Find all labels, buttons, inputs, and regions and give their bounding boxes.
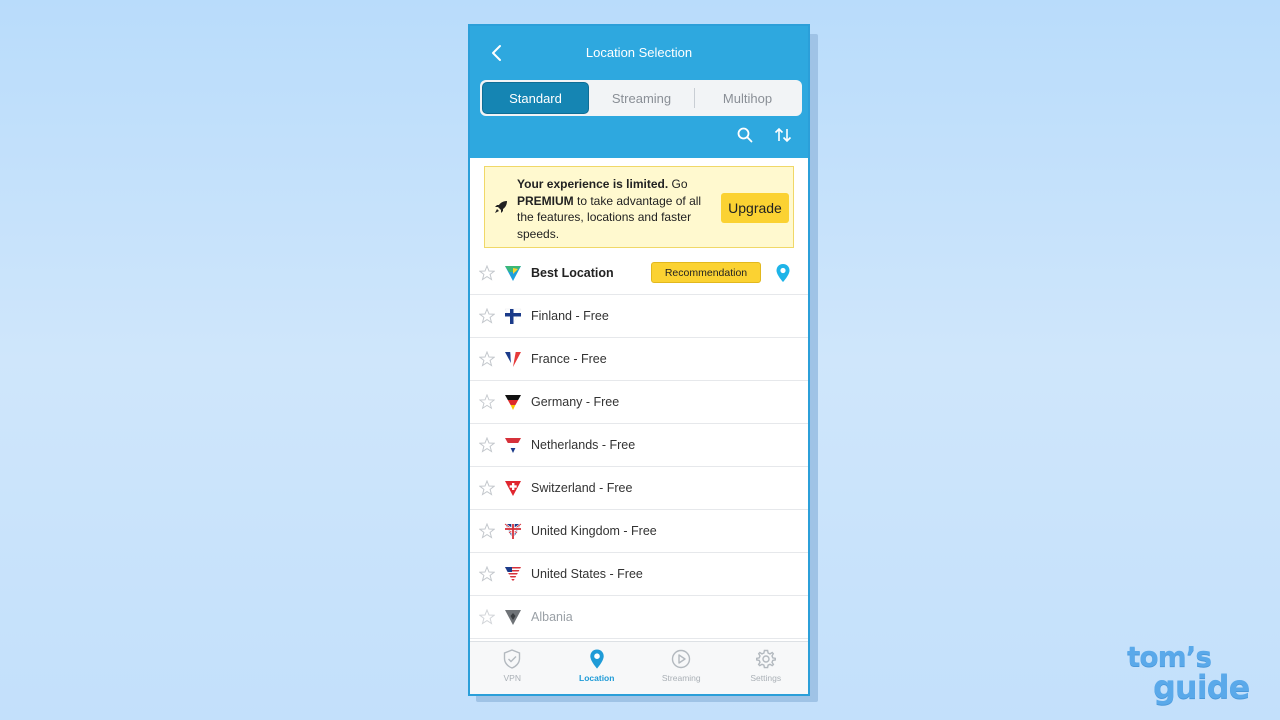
play-icon bbox=[672, 649, 691, 669]
phone-screen: Location Selection Standard Streaming Mu… bbox=[468, 24, 810, 696]
banner-message: Your experience is limited. Go PREMIUM t… bbox=[517, 176, 717, 242]
star-icon[interactable] bbox=[479, 566, 495, 582]
star-icon[interactable] bbox=[479, 351, 495, 367]
star-icon[interactable] bbox=[479, 308, 495, 324]
location-name: France - Free bbox=[531, 352, 607, 366]
germany-flag-icon bbox=[505, 395, 521, 410]
best-location-flag-icon bbox=[505, 266, 521, 281]
bottom-nav: VPN Location Streaming Settings bbox=[470, 641, 808, 694]
nav-settings[interactable]: Settings bbox=[724, 642, 809, 694]
star-icon[interactable] bbox=[479, 265, 495, 281]
star-icon[interactable] bbox=[479, 609, 495, 625]
search-button[interactable] bbox=[736, 126, 754, 144]
location-row-best[interactable]: Best Location Recommendation bbox=[470, 252, 808, 295]
tab-streaming[interactable]: Streaming bbox=[589, 82, 694, 114]
upgrade-button[interactable]: Upgrade bbox=[721, 193, 789, 223]
page-title: Location Selection bbox=[585, 45, 693, 60]
tab-label: Multihop bbox=[722, 90, 773, 106]
search-icon bbox=[737, 127, 753, 143]
location-name: Netherlands - Free bbox=[531, 438, 636, 452]
uk-flag-icon bbox=[504, 523, 522, 539]
nav-label: VPN bbox=[503, 673, 521, 683]
toms-guide-logo: tom’s guide bbox=[1125, 642, 1257, 706]
location-list: Best Location Recommendation Finland - F… bbox=[470, 252, 808, 639]
location-name: United Kingdom - Free bbox=[531, 524, 657, 538]
banner-premium: PREMIUM bbox=[517, 193, 574, 208]
location-row-netherlands[interactable]: Netherlands - Free bbox=[470, 424, 808, 467]
us-flag-icon bbox=[505, 567, 521, 582]
banner-go: Go bbox=[668, 177, 688, 191]
sort-button[interactable] bbox=[774, 126, 792, 144]
nav-location[interactable]: Location bbox=[555, 642, 640, 694]
finland-flag-icon bbox=[504, 308, 522, 325]
nav-label: Streaming bbox=[661, 673, 701, 683]
location-pin-icon[interactable] bbox=[774, 263, 792, 283]
nav-label: Location bbox=[579, 673, 615, 683]
switzerland-flag-icon bbox=[505, 481, 521, 496]
location-name: Finland - Free bbox=[531, 309, 609, 323]
sort-icon bbox=[774, 127, 792, 143]
tab-multihop[interactable]: Multihop bbox=[695, 82, 800, 114]
star-icon[interactable] bbox=[479, 480, 495, 496]
nav-streaming[interactable]: Streaming bbox=[639, 642, 724, 694]
tab-standard[interactable]: Standard bbox=[482, 82, 589, 114]
gear-icon bbox=[755, 649, 776, 669]
location-row-finland[interactable]: Finland - Free bbox=[470, 295, 808, 338]
location-name: Switzerland - Free bbox=[531, 481, 633, 495]
star-icon[interactable] bbox=[479, 394, 495, 410]
albania-flag-icon bbox=[505, 610, 521, 625]
location-row-united-kingdom[interactable]: United Kingdom - Free bbox=[470, 510, 808, 553]
nav-label: Settings bbox=[750, 673, 782, 683]
star-icon[interactable] bbox=[479, 437, 495, 453]
location-tabs: Standard Streaming Multihop bbox=[480, 80, 802, 116]
location-row-france[interactable]: France - Free bbox=[470, 338, 808, 381]
tab-label: Standard bbox=[509, 90, 562, 106]
location-pin-icon bbox=[590, 649, 604, 669]
location-row-switzerland[interactable]: Switzerland - Free bbox=[470, 467, 808, 510]
logo-line-2: guide bbox=[1153, 668, 1250, 706]
location-name: United States - Free bbox=[531, 567, 643, 581]
location-name: Best Location bbox=[531, 266, 614, 280]
tab-label: Streaming bbox=[611, 90, 672, 106]
location-name: Germany - Free bbox=[531, 395, 620, 409]
location-row-albania[interactable]: Albania bbox=[470, 596, 808, 639]
location-row-germany[interactable]: Germany - Free bbox=[470, 381, 808, 424]
rocket-icon bbox=[495, 201, 507, 213]
nav-vpn[interactable]: VPN bbox=[470, 642, 555, 694]
location-row-united-states[interactable]: United States - Free bbox=[470, 553, 808, 596]
netherlands-flag-icon bbox=[505, 438, 521, 453]
shield-icon bbox=[504, 649, 521, 669]
france-flag-icon bbox=[505, 352, 521, 367]
star-icon[interactable] bbox=[479, 523, 495, 539]
recommendation-badge: Recommendation bbox=[651, 262, 761, 283]
premium-banner: Your experience is limited. Go PREMIUM t… bbox=[484, 166, 794, 248]
banner-lead: Your experience is limited. bbox=[517, 177, 669, 191]
location-name: Albania bbox=[531, 610, 573, 624]
header: Location Selection Standard Streaming Mu… bbox=[470, 26, 808, 158]
header-tools bbox=[736, 126, 792, 144]
